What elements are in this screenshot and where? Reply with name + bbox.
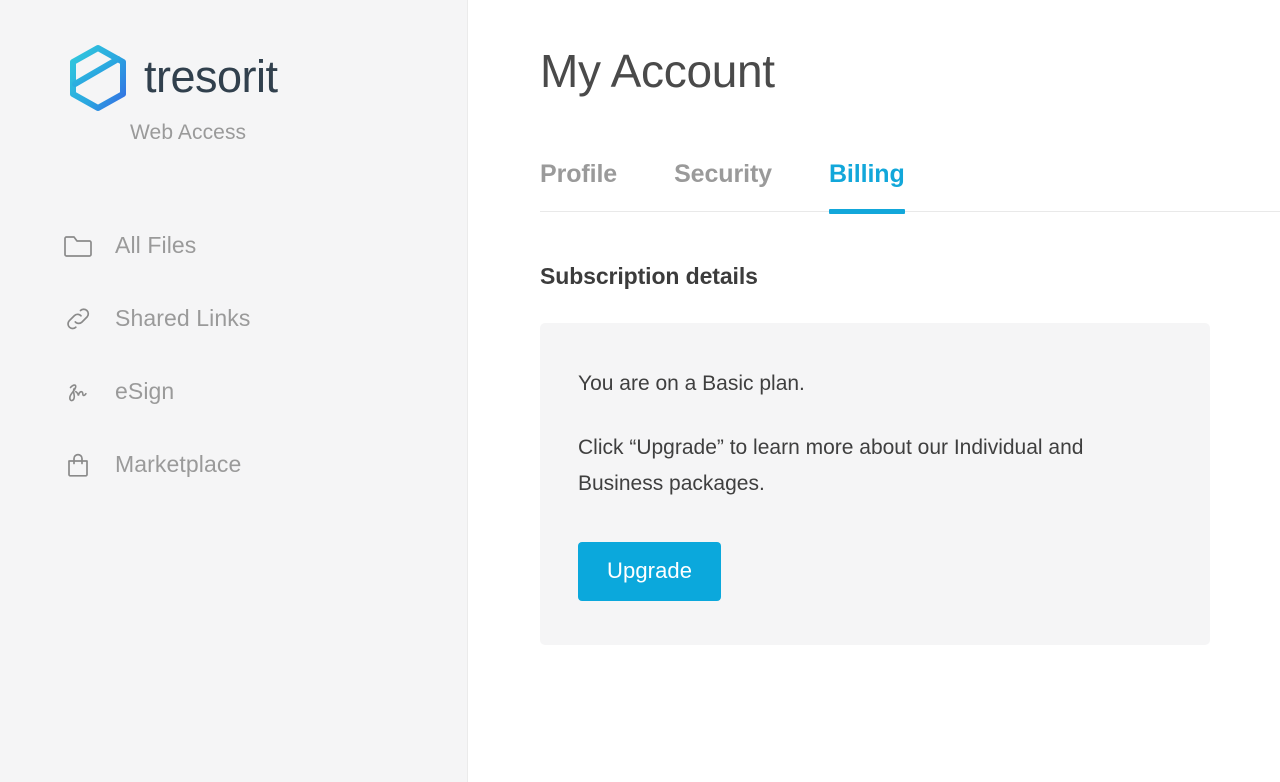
sidebar-item-all-files[interactable]: All Files — [0, 222, 467, 269]
sidebar-item-esign[interactable]: eSign — [0, 368, 467, 415]
sidebar-item-label: Marketplace — [115, 451, 242, 477]
shopping-bag-icon — [60, 447, 96, 483]
sidebar-item-label: All Files — [115, 232, 197, 258]
app-root: tresorit Web Access All Files Shared Lin… — [0, 0, 1280, 782]
sidebar: tresorit Web Access All Files Shared Lin… — [0, 0, 468, 782]
subscription-details-card: You are on a Basic plan. Click “Upgrade”… — [540, 322, 1210, 645]
hexagon-logo-icon — [66, 44, 130, 112]
sidebar-item-label: eSign — [115, 378, 175, 404]
upgrade-button[interactable]: Upgrade — [578, 541, 722, 601]
sidebar-item-label: Shared Links — [115, 305, 251, 331]
link-chain-icon — [60, 301, 96, 337]
tab-profile[interactable]: Profile — [540, 160, 617, 211]
sidebar-item-marketplace[interactable]: Marketplace — [0, 441, 467, 488]
signature-icon — [60, 374, 96, 410]
brand-row: tresorit — [66, 44, 278, 112]
main-content: My Account Profile Security Billing Subs… — [468, 0, 1280, 782]
current-plan-text: You are on a Basic plan. — [578, 371, 805, 395]
sidebar-nav: All Files Shared Links eSign Marketplace — [0, 222, 467, 514]
section-title: Subscription details — [540, 262, 758, 289]
brand-name: tresorit — [144, 51, 278, 102]
tab-billing[interactable]: Billing — [828, 160, 905, 214]
brand-subtitle: Web Access — [130, 121, 247, 144]
upgrade-description-text: Click “Upgrade” to learn more about our … — [578, 435, 1084, 495]
page-title: My Account — [540, 45, 775, 97]
folder-icon — [60, 228, 96, 264]
tab-security[interactable]: Security — [674, 160, 772, 211]
sidebar-item-shared-links[interactable]: Shared Links — [0, 295, 467, 342]
tabs-container: Profile Security Billing — [540, 160, 1280, 214]
brand: tresorit Web Access — [0, 0, 467, 145]
tab-list: Profile Security Billing — [540, 160, 1280, 214]
